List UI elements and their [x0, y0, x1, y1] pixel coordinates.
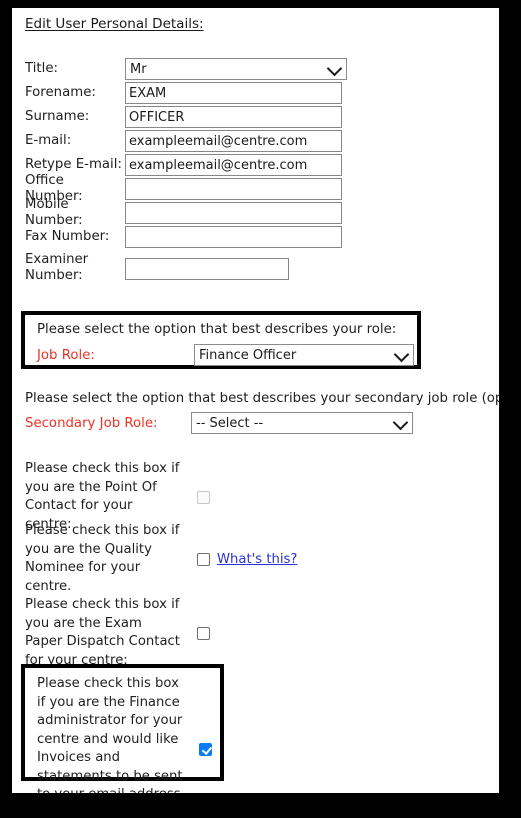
secondary-job-role-select[interactable]: -- Select --: [191, 412, 413, 434]
quality-nominee-checkbox[interactable]: [197, 552, 210, 566]
fax-number-wrap: [125, 226, 342, 249]
mobile-number-wrap: [125, 202, 342, 225]
finance-admin-checkbox[interactable]: [199, 742, 212, 756]
secondary-job-role-prompt: Please select the option that best descr…: [25, 391, 499, 406]
secondary-job-role-row: Secondary Job Role: -- Select --: [25, 412, 413, 434]
job-role-prompt: Please select the option that best descr…: [37, 322, 397, 337]
title-select[interactable]: Mr: [125, 58, 347, 80]
label-title: Title:: [25, 61, 58, 76]
finance-admin-group: Please check this box if you are the Fin…: [37, 675, 217, 793]
label-examiner-number: Examiner Number:: [25, 252, 89, 283]
job-role-highlight-box: Please select the option that best descr…: [21, 311, 421, 369]
form-row-title: Title: Mr: [25, 57, 485, 81]
label-email: E-mail:: [25, 133, 72, 148]
fax-number-input[interactable]: [125, 226, 342, 249]
office-number-input[interactable]: [125, 178, 342, 201]
chevron-down-icon: [392, 414, 409, 431]
form-row-forename: Forename:: [25, 81, 485, 105]
secondary-job-role-select-value: -- Select --: [196, 415, 264, 431]
quality-nominee-group: Please check this box if you are the Qua…: [25, 522, 325, 596]
surname-input[interactable]: [125, 106, 342, 129]
form-row-examiner-number: Examiner Number:: [25, 249, 485, 289]
form-row-surname: Surname:: [25, 105, 485, 129]
job-role-row: Job Role: Finance Officer: [37, 344, 414, 366]
finance-admin-highlight-box: Please check this box if you are the Fin…: [21, 664, 224, 793]
job-role-label: Job Role:: [37, 347, 95, 363]
job-role-select[interactable]: Finance Officer: [194, 344, 414, 366]
forename-wrap: [125, 82, 342, 105]
chevron-down-icon: [326, 60, 343, 77]
form-row-mobile-number: Mobile Number:: [25, 197, 485, 228]
office-number-wrap: [125, 178, 342, 201]
exam-paper-dispatch-group: Please check this box if you are the Exa…: [25, 596, 325, 670]
examiner-number-input[interactable]: [125, 257, 289, 280]
label-retype-email: Retype E-mail:: [25, 157, 122, 172]
finance-admin-control: [189, 742, 212, 756]
chevron-down-icon: [393, 346, 410, 363]
form-row-fax-number: Fax Number:: [25, 225, 485, 249]
email-input[interactable]: [125, 130, 342, 153]
page-title: Edit User Personal Details:: [25, 16, 204, 32]
label-forename: Forename:: [25, 85, 96, 100]
examiner-number-wrap: [125, 249, 289, 280]
personal-details-form: Title: Mr Forename: Surname:: [25, 57, 485, 289]
exam-paper-dispatch-control: [180, 626, 210, 640]
exam-paper-dispatch-label: Please check this box if you are the Exa…: [25, 597, 180, 668]
retype-email-wrap: [125, 154, 342, 177]
label-surname: Surname:: [25, 109, 90, 124]
exam-paper-dispatch-checkbox[interactable]: [197, 626, 210, 640]
page-frame: Edit User Personal Details: Title: Mr Fo…: [12, 8, 499, 793]
point-of-contact-checkbox: [197, 490, 210, 504]
form-row-email: E-mail:: [25, 129, 485, 153]
job-role-select-value: Finance Officer: [199, 347, 297, 363]
retype-email-input[interactable]: [125, 154, 342, 177]
quality-nominee-label: Please check this box if you are the Qua…: [25, 523, 180, 594]
whats-this-link[interactable]: What's this?: [217, 552, 297, 567]
label-mobile-number: Mobile Number:: [25, 197, 83, 228]
email-wrap: [125, 130, 342, 153]
secondary-job-role-label: Secondary Job Role:: [25, 415, 158, 431]
quality-nominee-control: What's this?: [180, 552, 297, 567]
title-select-wrap: Mr: [125, 58, 347, 80]
finance-admin-label: Please check this box if you are the Fin…: [37, 676, 183, 793]
mobile-number-input[interactable]: [125, 202, 342, 225]
surname-wrap: [125, 106, 342, 129]
point-of-contact-control: [180, 490, 210, 504]
label-fax-number: Fax Number:: [25, 229, 110, 244]
forename-input[interactable]: [125, 82, 342, 105]
title-select-value: Mr: [130, 61, 147, 77]
